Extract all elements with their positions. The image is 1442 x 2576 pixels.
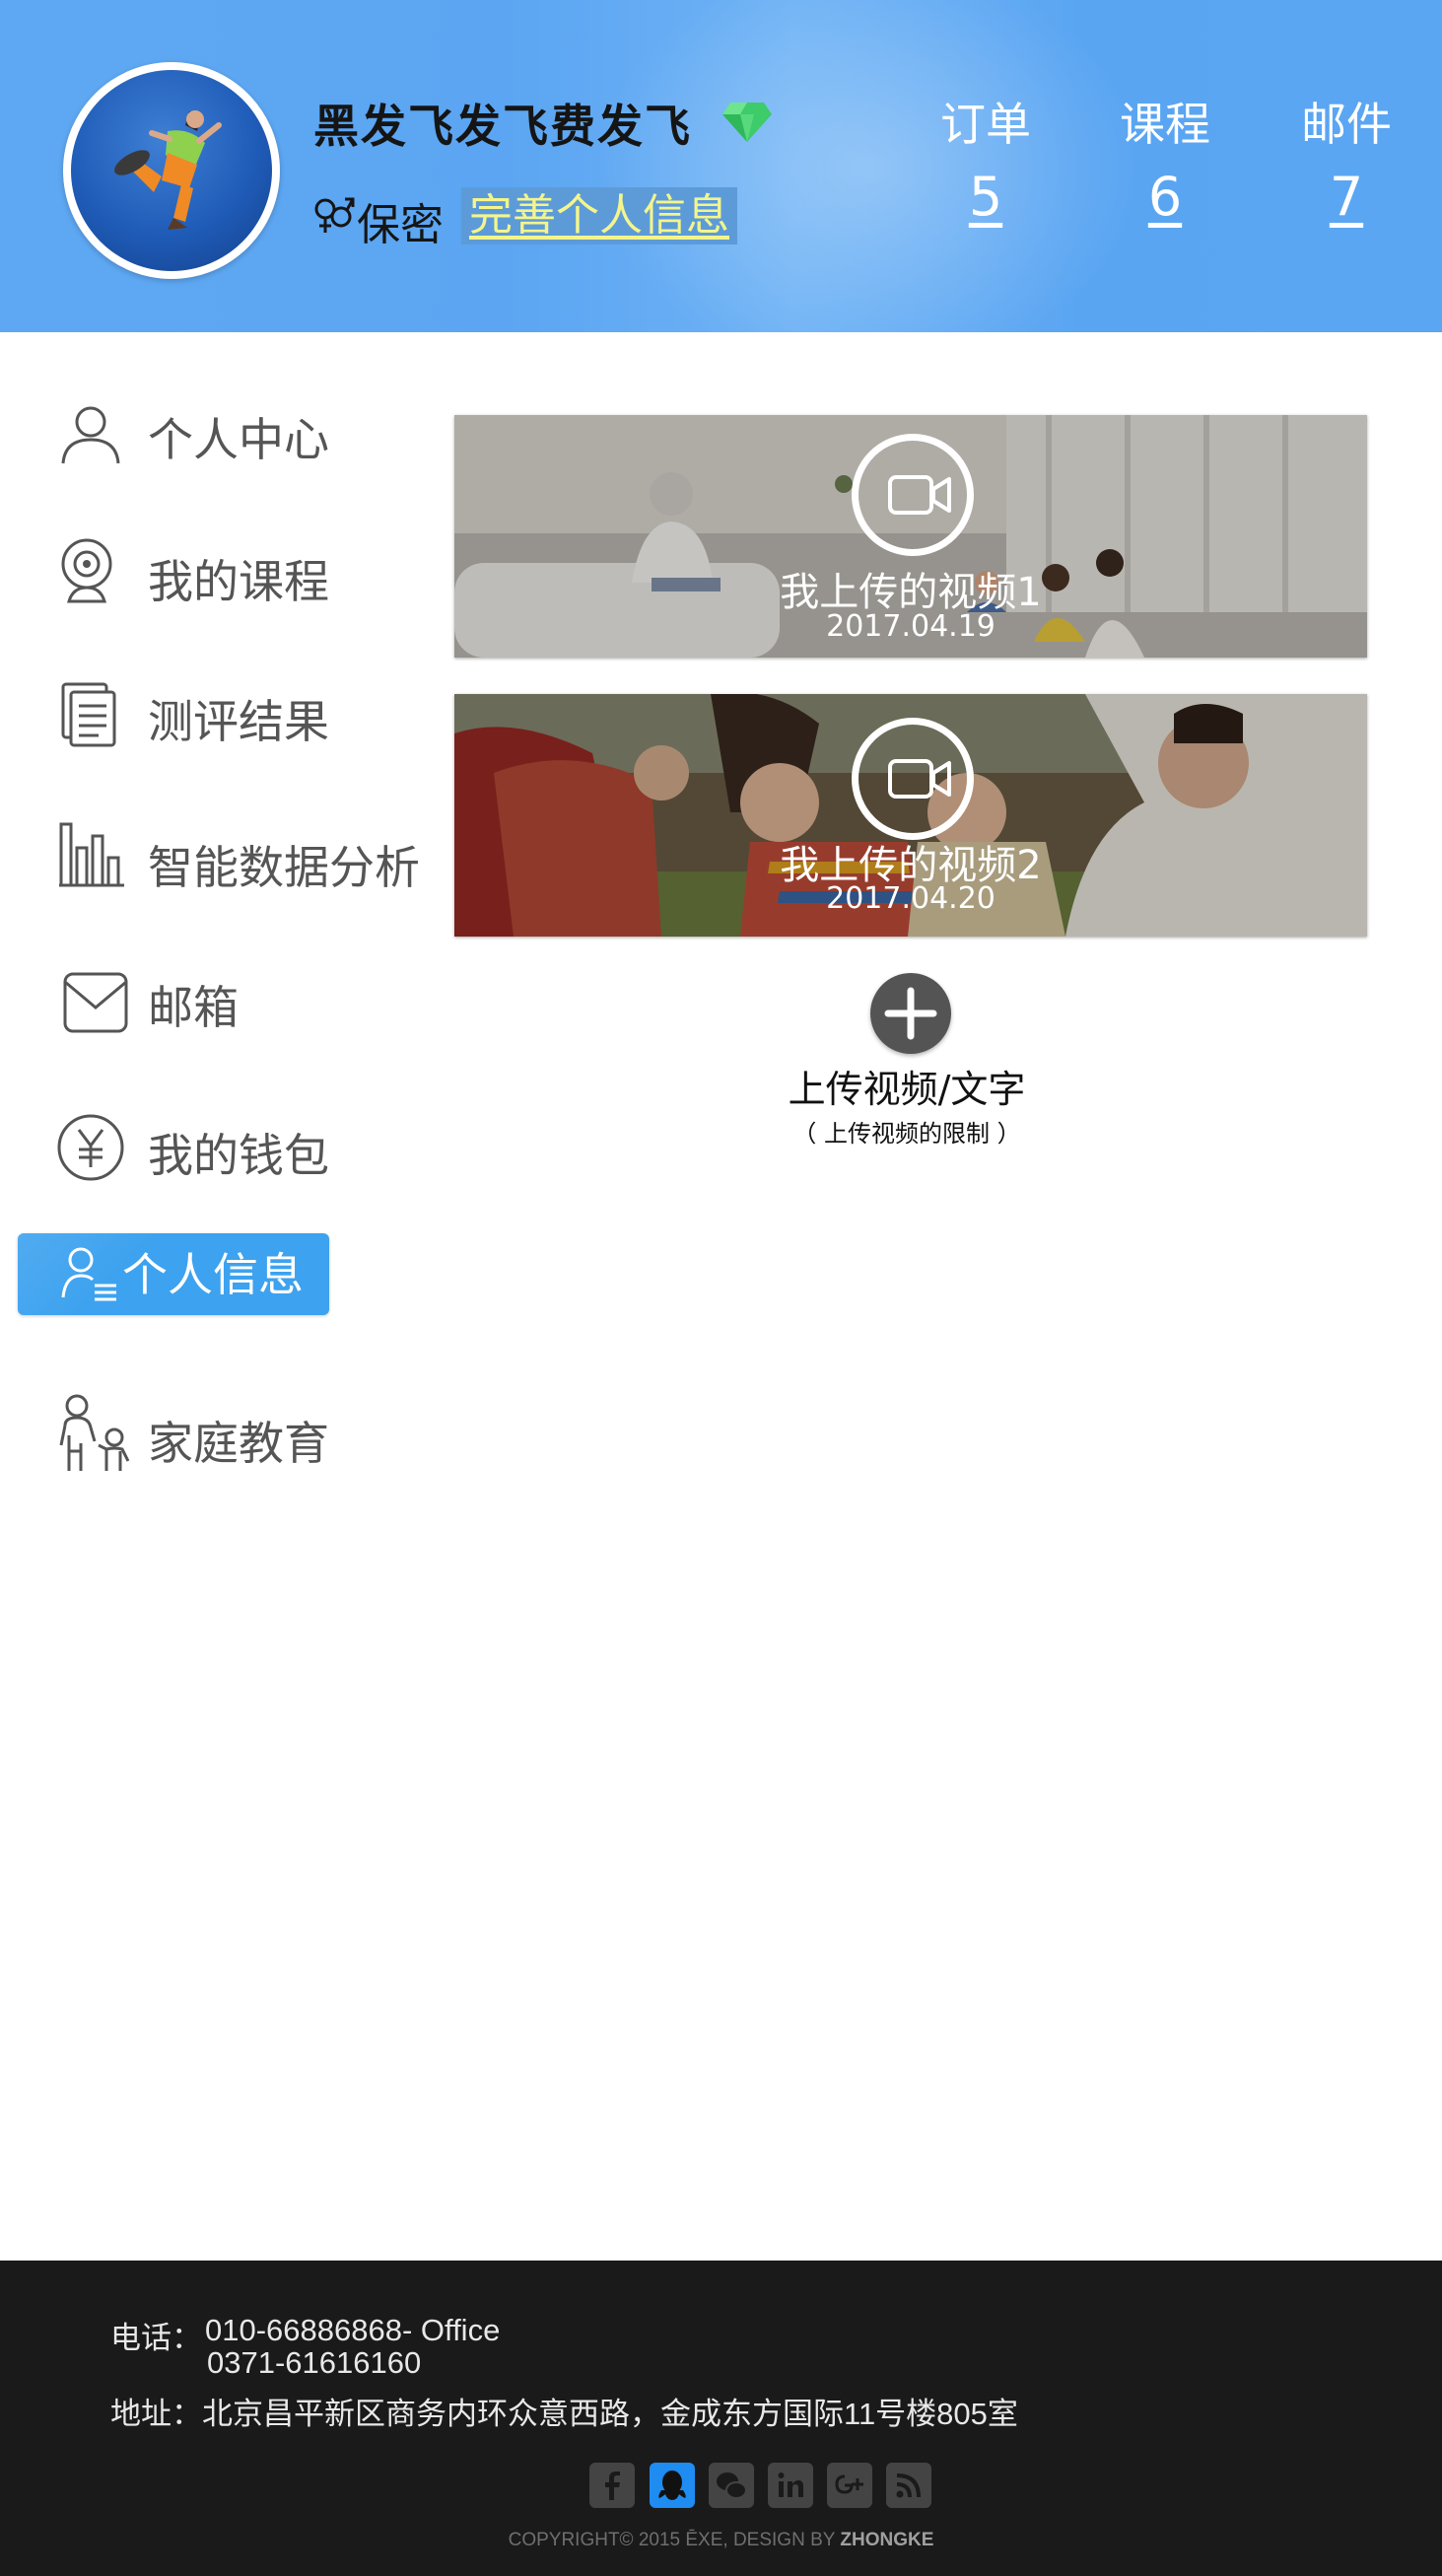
mail-icon (63, 972, 128, 1033)
facebook-icon[interactable] (589, 2463, 635, 2508)
video-card[interactable]: 我上传的视频1 2017.04.19 (454, 415, 1367, 658)
header-glow (572, 0, 1163, 332)
stat-mail-label: 邮件 (1301, 98, 1392, 151)
gender-text: 保密 (357, 200, 444, 250)
sidebar-item-label: 个人信息 (122, 1248, 304, 1301)
upload-label[interactable]: 上传视频/文字 (690, 1059, 1124, 1113)
plus-icon (884, 987, 937, 1040)
profile-header: 黑发飞发飞费发飞 保密 完善个人信息 订单 5 课程 6 邮件 7 (0, 0, 1442, 332)
upload-hint: （ 上传视频的限制 ） (792, 1120, 1021, 1148)
user-info-icon (61, 1247, 116, 1301)
sidebar-item-data-analysis[interactable]: 智能数据分析 (0, 814, 444, 913)
stat-mail[interactable]: 邮件 7 (1287, 89, 1406, 228)
avatar[interactable] (63, 62, 280, 279)
sidebar-item-wallet[interactable]: 我的钱包 (0, 1102, 444, 1201)
linkedin-icon[interactable] (768, 2463, 813, 2508)
stat-courses-count[interactable]: 6 (1106, 166, 1224, 228)
wechat-icon[interactable] (709, 2463, 754, 2508)
sidebar-item-family-education[interactable]: 家庭教育 (0, 1388, 444, 1487)
sidebar-item-personal-info[interactable]: 个人信息 (18, 1233, 329, 1315)
stat-mail-count[interactable]: 7 (1287, 166, 1406, 228)
sidebar-item-my-courses[interactable]: 我的课程 (0, 528, 444, 627)
rss-icon[interactable] (886, 2463, 931, 2508)
google-plus-icon[interactable] (827, 2463, 872, 2508)
stat-orders-count[interactable]: 5 (927, 166, 1045, 228)
sidebar-item-label: 家庭教育 (148, 1417, 329, 1470)
footer-phone-label: 电话： (110, 2321, 202, 2355)
stat-orders[interactable]: 订单 5 (927, 89, 1045, 228)
footer-address: 北京昌平新区商务内环众意西路，金成东方国际11号楼805室 (202, 2397, 1018, 2431)
username: 黑发飞发飞费发飞 (313, 100, 692, 153)
yen-icon (57, 1114, 124, 1181)
sidebar-item-assessment[interactable]: 测评结果 (0, 668, 444, 767)
sidebar-item-personal-center[interactable]: 个人中心 (0, 386, 444, 485)
bar-chart-icon (59, 822, 124, 887)
footer-phone-1: 010-66886868- Office (205, 2313, 501, 2347)
gender-icon (314, 197, 355, 233)
video-camera-icon (888, 759, 951, 799)
video-card[interactable]: 我上传的视频2 2017.04.20 (454, 694, 1367, 937)
vip-diamond-icon (722, 103, 772, 142)
sidebar-item-label: 我的钱包 (148, 1129, 329, 1182)
sidebar-item-label: 智能数据分析 (148, 841, 420, 894)
sidebar-item-label: 邮箱 (148, 981, 239, 1034)
complete-profile-link[interactable]: 完善个人信息 (461, 187, 737, 244)
footer-address-label: 地址： (110, 2397, 202, 2431)
avatar-image (71, 70, 272, 271)
video-camera-icon (888, 475, 951, 515)
webcam-icon (61, 538, 112, 603)
document-icon (61, 682, 116, 747)
video-date: 2017.04.20 (826, 881, 996, 916)
sidebar-item-label: 测评结果 (148, 695, 329, 748)
play-button[interactable] (852, 718, 974, 840)
footer-phone-2: 0371-61616160 (207, 2345, 422, 2380)
qq-icon[interactable] (650, 2463, 695, 2508)
sidebar-item-label: 我的课程 (148, 555, 329, 608)
stat-orders-label: 订单 (940, 98, 1031, 151)
footer: 电话： 010-66886868- Office 0371-61616160 地… (0, 2261, 1442, 2576)
video-date: 2017.04.19 (826, 609, 996, 644)
family-icon (59, 1394, 130, 1471)
upload-button[interactable] (870, 973, 951, 1054)
sidebar-item-mailbox[interactable]: 邮箱 (0, 954, 444, 1053)
play-button[interactable] (852, 434, 974, 556)
sidebar-item-label: 个人中心 (148, 413, 329, 466)
copyright: COPYRIGHT© 2015 ĒXE, DESIGN BY ZHONGKE (0, 2530, 1442, 2551)
stat-courses-label: 课程 (1120, 98, 1210, 151)
stat-courses[interactable]: 课程 6 (1106, 89, 1224, 228)
copyright-text: COPYRIGHT© 2015 ĒXE, DESIGN BY (508, 2530, 841, 2550)
user-icon (61, 406, 120, 464)
copyright-brand: ZHONGKE (840, 2530, 934, 2550)
